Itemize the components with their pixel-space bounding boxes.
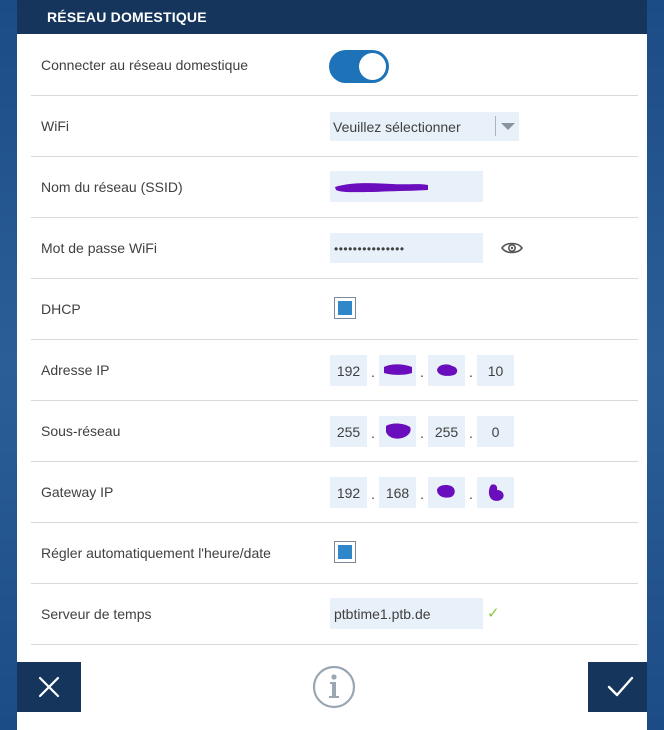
home-network-dialog: RÉSEAU DOMESTIQUE Connecter au réseau do… xyxy=(17,0,647,730)
close-icon xyxy=(38,676,60,698)
row-wifi-password: Mot de passe WiFi ••••••••••••••• xyxy=(31,218,638,279)
subnet-octet-1[interactable]: 255 xyxy=(330,416,367,447)
redaction-scribble xyxy=(437,485,455,498)
gateway-octet-2[interactable]: 168 xyxy=(379,477,416,508)
row-wifi: WiFi Veuillez sélectionner xyxy=(31,96,638,157)
ip-dot: . xyxy=(371,364,375,380)
ip-dot: . xyxy=(371,486,375,502)
ip-dot: . xyxy=(420,425,424,441)
ssid-label: Nom du réseau (SSID) xyxy=(41,179,183,195)
gateway-octet-4[interactable] xyxy=(477,477,514,508)
subnet-octet-3[interactable]: 255 xyxy=(428,416,465,447)
auto-time-checkbox[interactable] xyxy=(334,541,356,563)
row-ip-address: Adresse IP 192 . . . 10 xyxy=(31,340,638,401)
connect-label: Connecter au réseau domestique xyxy=(41,57,249,73)
time-server-input[interactable]: ptbtime1.ptb.de xyxy=(330,598,483,629)
subnet-octet-4[interactable]: 0 xyxy=(477,416,514,447)
connect-toggle[interactable] xyxy=(329,50,389,83)
ip-octet-3[interactable] xyxy=(428,355,465,386)
ip-octet-4[interactable]: 10 xyxy=(477,355,514,386)
ip-octet-2[interactable] xyxy=(379,355,416,386)
gateway-label: Gateway IP xyxy=(41,484,114,500)
ip-dot: . xyxy=(469,486,473,502)
time-server-label: Serveur de temps xyxy=(41,606,152,622)
row-auto-time: Régler automatiquement l'heure/date xyxy=(31,523,638,584)
redaction-scribble xyxy=(488,484,504,501)
ip-dot: . xyxy=(420,364,424,380)
subnet-octet-2[interactable] xyxy=(379,416,416,447)
row-ssid: Nom du réseau (SSID) xyxy=(31,157,638,218)
row-connect-home-network: Connecter au réseau domestique xyxy=(31,35,638,96)
window-frame-left xyxy=(0,0,17,730)
ip-dot: . xyxy=(469,425,473,441)
checkmark-icon xyxy=(607,676,634,697)
ip-label: Adresse IP xyxy=(41,362,110,378)
toggle-knob xyxy=(359,53,386,80)
cancel-button[interactable] xyxy=(17,662,81,712)
eye-icon[interactable] xyxy=(501,241,523,255)
gateway-octet-3[interactable] xyxy=(428,477,465,508)
ip-dot: . xyxy=(371,425,375,441)
checkmark-icon: ✓ xyxy=(487,605,500,622)
subnet-label: Sous-réseau xyxy=(41,423,121,439)
checkbox-checked-indicator xyxy=(338,301,352,315)
auto-time-label: Régler automatiquement l'heure/date xyxy=(41,545,271,561)
dialog-header: RÉSEAU DOMESTIQUE xyxy=(17,0,647,34)
dhcp-label: DHCP xyxy=(41,301,81,317)
password-input[interactable]: ••••••••••••••• xyxy=(330,233,483,263)
ip-dot: . xyxy=(420,486,424,502)
ip-octet-1[interactable]: 192 xyxy=(330,355,367,386)
row-dhcp: DHCP xyxy=(31,279,638,340)
redaction-scribble xyxy=(335,183,428,193)
redaction-scribble xyxy=(437,364,458,376)
wifi-label: WiFi xyxy=(41,118,69,134)
ip-dot: . xyxy=(469,364,473,380)
row-time-server: Serveur de temps ptbtime1.ptb.de ✓ xyxy=(31,584,638,645)
redaction-scribble xyxy=(384,364,412,375)
info-icon[interactable] xyxy=(311,664,357,710)
row-gateway: Gateway IP 192 . 168 . . xyxy=(31,462,638,523)
checkbox-checked-indicator xyxy=(338,545,352,559)
row-subnet: Sous-réseau 255 . . 255 . 0 xyxy=(31,401,638,462)
confirm-button[interactable] xyxy=(588,662,647,712)
wifi-select-value: Veuillez sélectionner xyxy=(333,119,461,135)
wifi-select[interactable]: Veuillez sélectionner xyxy=(330,112,519,141)
select-separator xyxy=(495,116,496,136)
redaction-scribble xyxy=(386,423,411,439)
chevron-down-icon[interactable] xyxy=(501,123,515,130)
gateway-octet-1[interactable]: 192 xyxy=(330,477,367,508)
ssid-input[interactable] xyxy=(330,171,483,202)
password-label: Mot de passe WiFi xyxy=(41,240,157,256)
dialog-title: RÉSEAU DOMESTIQUE xyxy=(47,9,207,25)
window-frame-right xyxy=(647,0,664,730)
dhcp-checkbox[interactable] xyxy=(334,297,356,319)
